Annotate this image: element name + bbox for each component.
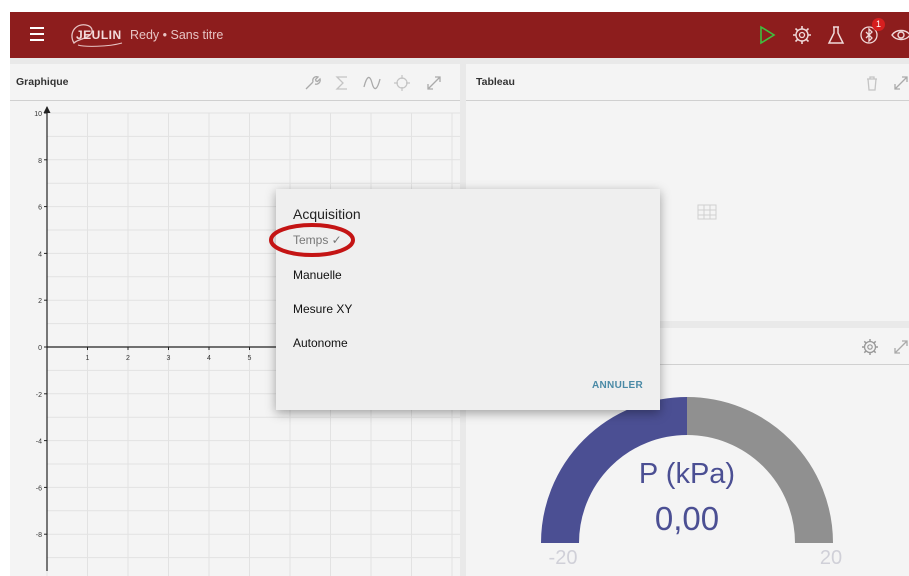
option-manuelle[interactable]: Manuelle: [293, 268, 342, 282]
cancel-button[interactable]: ANNULER: [592, 380, 643, 391]
option-autonome[interactable]: Autonome: [293, 336, 348, 350]
dialog-title: Acquisition: [293, 206, 361, 222]
option-mesure-xy[interactable]: Mesure XY: [293, 302, 352, 316]
highlight-ellipse: [269, 223, 355, 257]
